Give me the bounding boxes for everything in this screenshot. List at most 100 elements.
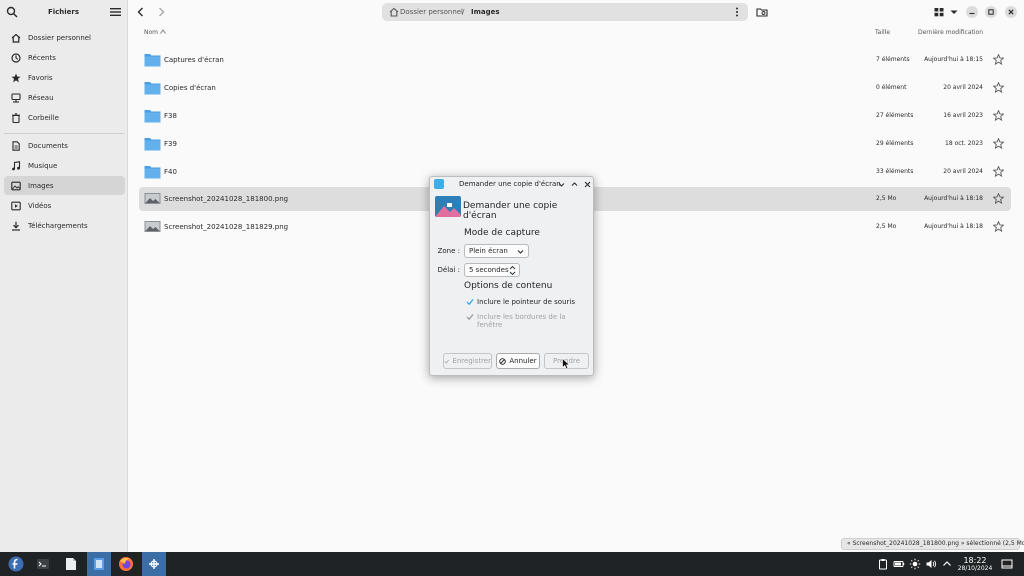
spectacle-icon <box>149 559 159 569</box>
sidebar: Fichiers Dossier personnel Récents Favor… <box>0 0 128 552</box>
sidebar-item-label: Vidéos <box>28 201 52 210</box>
breadcrumb-home[interactable]: Dossier personnel <box>400 8 463 16</box>
folder-icon <box>144 166 161 179</box>
music-icon <box>10 160 21 171</box>
star-icon[interactable] <box>993 138 1004 149</box>
include-pointer-checkbox[interactable] <box>466 298 474 306</box>
pathbar[interactable]: Dossier personnel / Images <box>382 3 748 21</box>
file-date: 18 oct. 2023 <box>945 140 983 147</box>
dialog-close-button[interactable] <box>582 179 592 189</box>
clock-date[interactable]: 28/10/2024 <box>951 565 999 572</box>
zone-select[interactable]: Plein écran <box>464 244 529 258</box>
show-desktop-icon[interactable] <box>1001 558 1013 570</box>
app-launcher-button[interactable] <box>4 552 28 576</box>
maximize-button[interactable] <box>985 6 997 18</box>
file-row[interactable]: Copies d'écran 0 élément 20 avril 2024 <box>139 76 1011 100</box>
screenshot-dialog: Demander une copie d'écran Demander une … <box>429 176 594 376</box>
taskbar-system-settings[interactable] <box>31 552 55 576</box>
star-icon[interactable] <box>993 221 1004 232</box>
dialog-heading: Demander une copie d'écran <box>463 201 558 221</box>
file-size: 2,5 Mo <box>876 223 897 230</box>
include-pointer-label[interactable]: Inclure le pointeur de souris <box>477 298 575 306</box>
file-size: 7 éléments <box>876 56 910 63</box>
zone-label: Zone : <box>437 247 460 255</box>
folder-search-icon[interactable] <box>756 6 768 18</box>
file-name: F40 <box>164 168 177 176</box>
star-icon[interactable] <box>993 110 1004 121</box>
sidebar-item-recent[interactable]: Récents <box>4 48 125 67</box>
taskbar-file-manager[interactable] <box>87 552 111 576</box>
star-icon[interactable] <box>993 54 1004 65</box>
save-button: Enregistrer <box>443 353 492 369</box>
save-button-label: Enregistrer <box>452 357 491 365</box>
firefox-icon <box>119 557 133 571</box>
sidebar-item-documents[interactable]: Documents <box>4 136 125 155</box>
content-options-heading: Options de contenu <box>464 281 553 291</box>
grid-view-icon[interactable] <box>933 6 945 18</box>
volume-icon[interactable] <box>925 558 937 570</box>
close-button[interactable] <box>1005 6 1017 18</box>
file-row[interactable]: F38 27 éléments 16 avril 2023 <box>139 104 1011 128</box>
sidebar-item-home[interactable]: Dossier personnel <box>4 28 125 47</box>
file-size: 33 éléments <box>876 168 914 175</box>
back-button[interactable] <box>135 6 147 18</box>
column-header-name[interactable]: Nom <box>144 29 166 36</box>
sidebar-item-label: Images <box>28 181 54 190</box>
sidebar-item-starred[interactable]: Favoris <box>4 68 125 87</box>
file-row[interactable]: F39 29 éléments 18 oct. 2023 <box>139 132 1011 156</box>
sidebar-item-videos[interactable]: Vidéos <box>4 196 125 215</box>
app-title: Fichiers <box>47 8 80 16</box>
dialog-title: Demander une copie d'écran <box>459 180 561 188</box>
sidebar-item-music[interactable]: Musique <box>4 156 125 175</box>
breadcrumb-current[interactable]: Images <box>471 8 500 16</box>
sidebar-item-label: Dossier personnel <box>28 33 92 42</box>
folder-app-icon <box>94 558 104 570</box>
taskbar-text-editor[interactable] <box>59 552 83 576</box>
minimize-button[interactable] <box>966 6 978 18</box>
star-icon[interactable] <box>993 193 1004 204</box>
hamburger-menu-icon[interactable] <box>110 7 121 17</box>
clipboard-icon[interactable] <box>877 558 889 570</box>
forward-button[interactable] <box>155 6 167 18</box>
breadcrumb-separator: / <box>462 8 465 16</box>
include-borders-label: Inclure les bordures de la fenêtre <box>477 313 566 329</box>
sidebar-item-label: Documents <box>28 141 68 150</box>
column-header-size[interactable]: Taille <box>875 29 890 36</box>
folder-icon <box>144 110 161 123</box>
mouse-cursor-icon <box>562 358 570 370</box>
more-options-icon[interactable] <box>735 7 739 17</box>
file-row[interactable]: Captures d'écran 7 éléments Aujourd'hui … <box>139 48 1011 72</box>
sidebar-item-downloads[interactable]: Téléchargements <box>4 216 125 235</box>
delay-spinbox[interactable]: 5 secondes <box>464 263 520 277</box>
dialog-minimize-button[interactable] <box>556 179 566 189</box>
taskbar-firefox[interactable] <box>114 552 138 576</box>
star-icon[interactable] <box>993 166 1004 177</box>
image-icon <box>10 180 21 191</box>
file-size: 0 élément <box>876 84 907 91</box>
cancel-button[interactable]: Annuler <box>496 353 540 369</box>
star-icon[interactable] <box>993 82 1004 93</box>
file-date: 20 avril 2024 <box>943 84 983 91</box>
delay-value: 5 secondes <box>469 266 509 274</box>
spectacle-app-icon <box>434 179 444 189</box>
sidebar-item-images[interactable]: Images <box>4 176 125 195</box>
document-icon <box>66 558 76 570</box>
sidebar-item-network[interactable]: Réseau <box>4 88 125 107</box>
brightness-icon[interactable] <box>909 558 921 570</box>
battery-icon[interactable] <box>893 558 905 570</box>
image-thumbnail-icon <box>144 193 161 204</box>
download-icon <box>10 220 21 231</box>
dialog-titlebar[interactable]: Demander une copie d'écran <box>430 177 593 191</box>
sidebar-item-trash[interactable]: Corbeille <box>4 108 125 127</box>
clock-time[interactable]: 18:22 <box>955 556 995 565</box>
sidebar-separator <box>4 133 124 134</box>
file-name: Screenshot_20241028_181829.png <box>164 223 289 231</box>
file-size: 29 éléments <box>876 140 914 147</box>
column-header-modified[interactable]: Dernière modification <box>918 29 983 36</box>
fedora-logo-icon <box>8 556 24 572</box>
taskbar-spectacle[interactable] <box>142 552 166 576</box>
view-options-chevron-icon[interactable] <box>948 6 960 18</box>
dialog-maximize-button[interactable] <box>569 179 579 189</box>
spin-arrows-icon[interactable] <box>509 265 516 276</box>
sidebar-item-label: Réseau <box>28 93 54 102</box>
